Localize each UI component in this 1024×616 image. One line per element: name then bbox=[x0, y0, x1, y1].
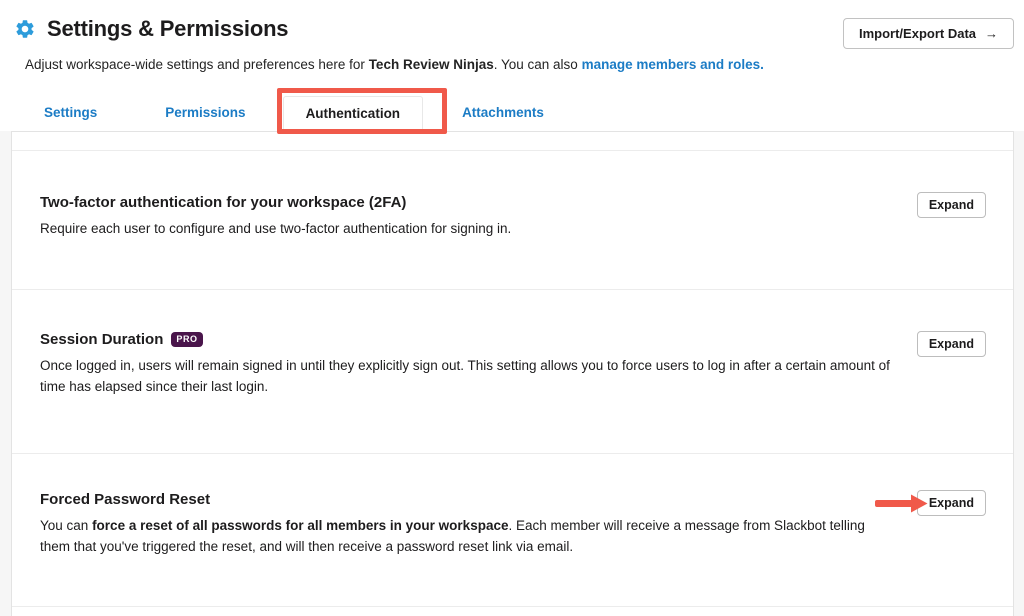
expand-button-session-duration[interactable]: Expand bbox=[917, 331, 986, 357]
workspace-name: Tech Review Ninjas bbox=[369, 57, 494, 72]
section-description: Require each user to configure and use t… bbox=[40, 218, 896, 239]
section-two-factor-auth: Two-factor authentication for your works… bbox=[12, 151, 1013, 290]
tab-authentication[interactable]: Authentication bbox=[283, 96, 424, 129]
import-export-label: Import/Export Data bbox=[859, 26, 976, 41]
tab-attachments-label: Attachments bbox=[462, 105, 544, 120]
tab-permissions-label: Permissions bbox=[165, 105, 245, 120]
subtitle-text-middle: . You can also bbox=[494, 57, 582, 72]
panel-top-spacer bbox=[12, 132, 1013, 151]
right-arrow-icon: → bbox=[985, 26, 998, 41]
import-export-button[interactable]: Import/Export Data → bbox=[843, 18, 1014, 49]
section-title: Forced Password Reset bbox=[40, 491, 903, 508]
section-session-duration: Session Duration PRO Once logged in, use… bbox=[12, 290, 1013, 454]
authentication-panel: Two-factor authentication for your works… bbox=[11, 131, 1014, 616]
section-description: You can force a reset of all passwords f… bbox=[40, 515, 896, 557]
tab-attachments[interactable]: Attachments bbox=[440, 96, 566, 129]
gear-icon bbox=[14, 18, 36, 40]
page-header: Settings & Permissions Import/Export Dat… bbox=[0, 0, 1024, 72]
page-title: Settings & Permissions bbox=[47, 16, 288, 42]
page-subtitle: Adjust workspace-wide settings and prefe… bbox=[25, 57, 1014, 72]
tab-settings[interactable]: Settings bbox=[22, 96, 119, 129]
tab-permissions[interactable]: Permissions bbox=[143, 96, 267, 129]
section-description: Once logged in, users will remain signed… bbox=[40, 355, 896, 397]
section-title: Session Duration PRO bbox=[40, 331, 903, 348]
tab-bar: Settings Permissions Authentication Atta… bbox=[0, 96, 1024, 129]
expand-button-2fa[interactable]: Expand bbox=[917, 192, 986, 218]
tab-settings-label: Settings bbox=[44, 105, 97, 120]
pro-badge: PRO bbox=[171, 332, 202, 347]
expand-button-forced-password-reset[interactable]: Expand bbox=[917, 490, 986, 516]
section-title: Two-factor authentication for your works… bbox=[40, 194, 903, 211]
content-area: Two-factor authentication for your works… bbox=[0, 131, 1024, 616]
subtitle-text-before: Adjust workspace-wide settings and prefe… bbox=[25, 57, 369, 72]
manage-members-link[interactable]: manage members and roles. bbox=[582, 57, 764, 72]
section-forced-password-reset: Forced Password Reset You can force a re… bbox=[12, 454, 1013, 607]
section-title-text: Session Duration bbox=[40, 331, 163, 348]
tab-authentication-label: Authentication bbox=[306, 106, 401, 121]
